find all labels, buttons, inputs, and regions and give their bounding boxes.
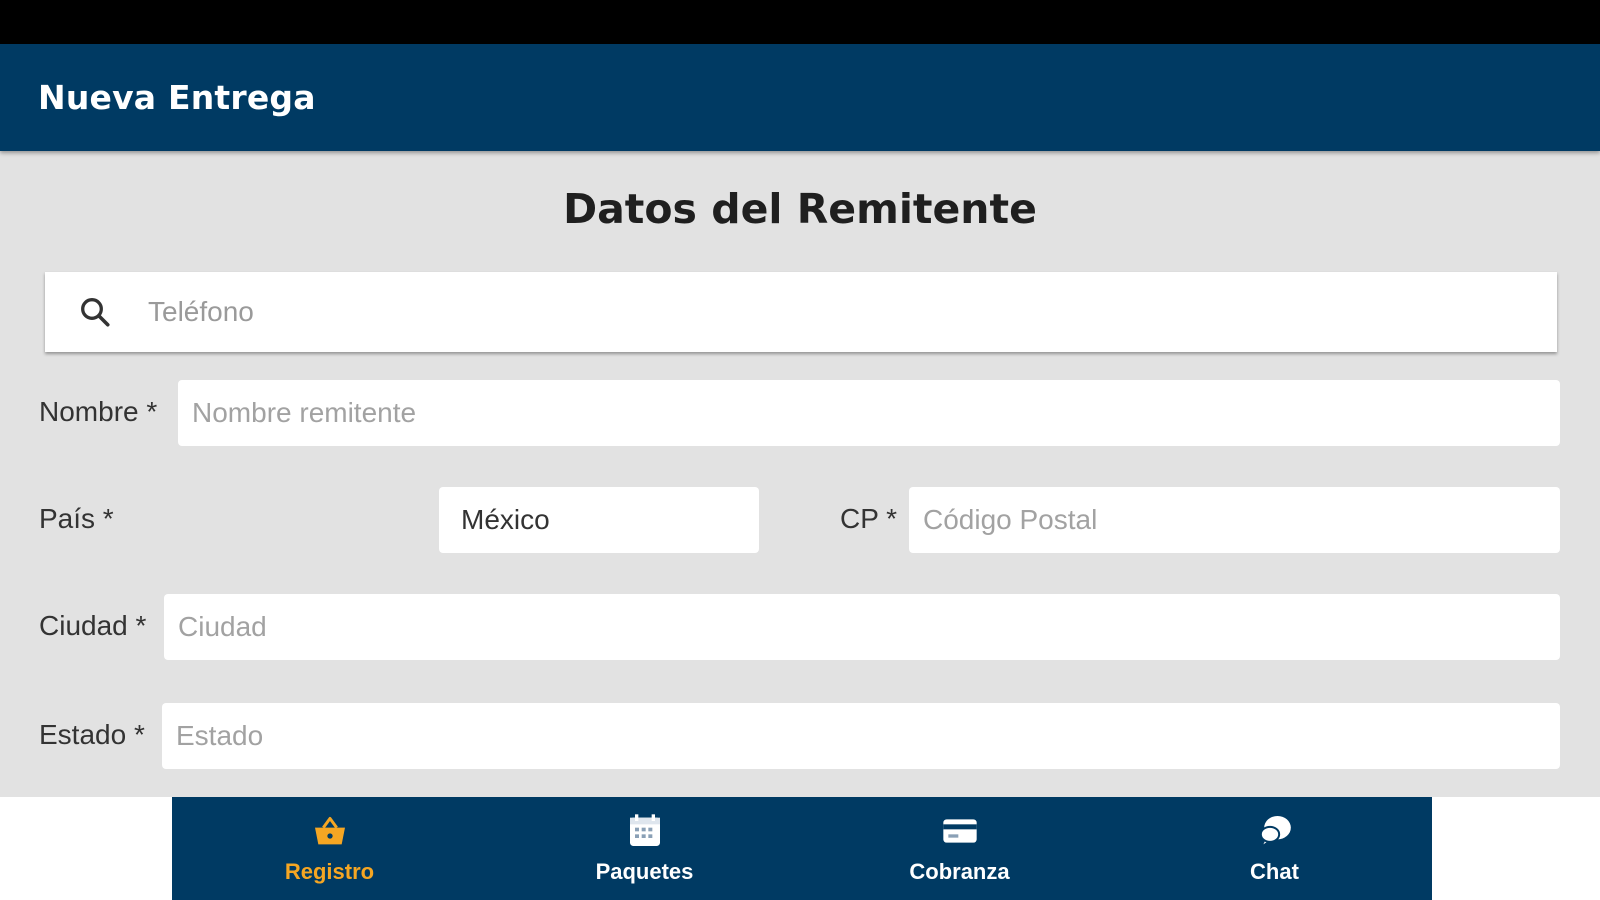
calendar-icon [629, 814, 660, 846]
bottom-navigation: Registro Paquetes Cobranza Chat [172, 797, 1432, 900]
bottom-area: Registro Paquetes Cobranza Chat [0, 797, 1600, 900]
phone-search-box[interactable] [45, 272, 1557, 352]
nav-item-paquetes[interactable]: Paquetes [487, 797, 802, 900]
ciudad-input[interactable] [164, 594, 1560, 660]
nav-item-registro[interactable]: Registro [172, 797, 487, 900]
app-bar: Nueva Entrega [0, 44, 1600, 151]
ciudad-label: Ciudad * [39, 610, 147, 641]
nombre-input[interactable] [178, 380, 1560, 446]
pais-label: País * [39, 503, 114, 534]
pais-input[interactable] [439, 487, 759, 553]
estado-input[interactable] [162, 703, 1560, 769]
basket-icon [314, 817, 345, 845]
chat-icon [1259, 816, 1291, 845]
nombre-label: Nombre * [39, 396, 158, 427]
sender-form: Datos del Remitente Nombre * País * CP *… [0, 151, 1600, 797]
status-bar [0, 0, 1600, 44]
nav-label-chat: Chat [1250, 859, 1299, 884]
cp-input[interactable] [909, 487, 1560, 553]
card-icon [942, 819, 977, 843]
nav-label-cobranza: Cobranza [909, 859, 1010, 884]
nav-label-registro: Registro [284, 859, 375, 884]
phone-search-input[interactable] [148, 272, 1528, 352]
nav-label-paquetes: Paquetes [595, 859, 694, 884]
cp-label: CP * [840, 503, 898, 534]
nav-item-cobranza[interactable]: Cobranza [802, 797, 1117, 900]
section-title: Datos del Remitente [563, 185, 1037, 233]
estado-label: Estado * [39, 719, 145, 750]
nav-item-chat[interactable]: Chat [1117, 797, 1432, 900]
search-icon [81, 298, 110, 327]
page-title: Nueva Entrega [38, 78, 316, 117]
